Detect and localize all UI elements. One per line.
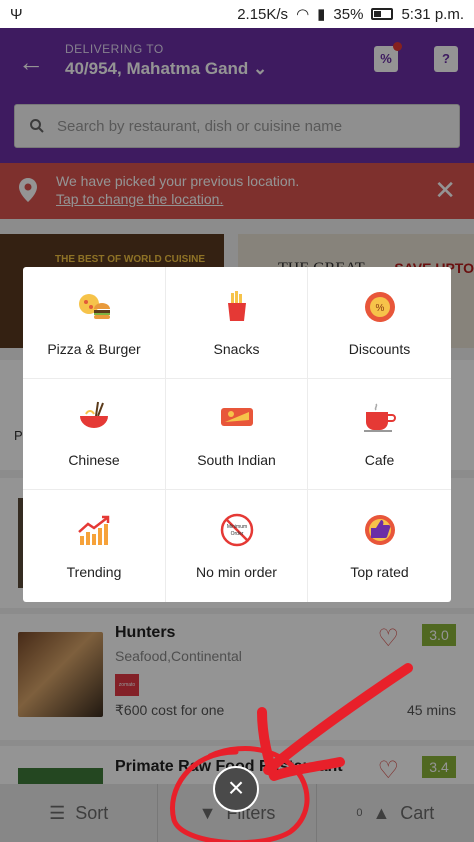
filter-label: South Indian [197,452,276,468]
filter-pizza-burger[interactable]: Pizza & Burger [23,267,166,379]
filter-label: Discounts [348,340,411,357]
network-speed: 2.15K/s [237,5,289,23]
battery-percent: 35% [333,5,364,23]
filter-top-rated[interactable]: Top rated [308,490,451,602]
fries-icon [227,290,246,321]
no-minimum-order-icon: MinimumOrder [220,513,253,547]
filter-label: Trending [66,564,122,580]
svg-text:Order: Order [230,531,243,537]
clock: 5:31 p.m. [401,5,464,23]
status-bar: Ψ 2.15K/s ◠ ▮ 35% 5:31 p.m. [0,0,474,28]
discount-icon: % [364,291,395,322]
filter-label: Pizza & Burger [47,340,141,357]
coffee-cup-icon [363,403,396,432]
pizza-burger-icon [79,293,110,319]
thumbs-up-icon [364,515,395,545]
status-right: 2.15K/s ◠ ▮ 35% 5:31 p.m. [237,5,464,24]
filter-trending[interactable]: Trending [23,490,166,602]
filter-label: Snacks [213,340,260,357]
close-icon: × [227,772,245,803]
dosa-icon [220,408,253,426]
noodle-bowl-icon [80,401,108,428]
filter-cafe[interactable]: Cafe [308,379,451,490]
signal-icon: ▮ [317,6,326,23]
filter-label: Cafe [364,452,395,468]
svg-text:Minimum: Minimum [226,524,246,530]
filter-label: No min order [196,564,277,580]
svg-text:%: % [375,303,384,314]
close-modal-button[interactable]: × [213,766,259,812]
filter-discounts[interactable]: % Discounts [308,267,451,379]
usb-icon: Ψ [10,5,23,23]
filter-no-min-order[interactable]: Minimum Order No min order [166,490,308,602]
battery-icon [371,8,394,20]
filter-south-indian[interactable]: South Indian [166,379,308,490]
filter-snacks[interactable]: Snacks [166,267,308,379]
filter-label: Top rated [350,564,409,580]
filter-label: Chinese [68,452,120,468]
wifi-icon: ◠ [296,6,310,23]
filter-chinese[interactable]: Chinese [23,379,166,490]
quick-filter-modal: Pizza & Burger Snacks % Discounts Chines… [23,267,451,602]
trending-chart-icon [78,515,110,545]
